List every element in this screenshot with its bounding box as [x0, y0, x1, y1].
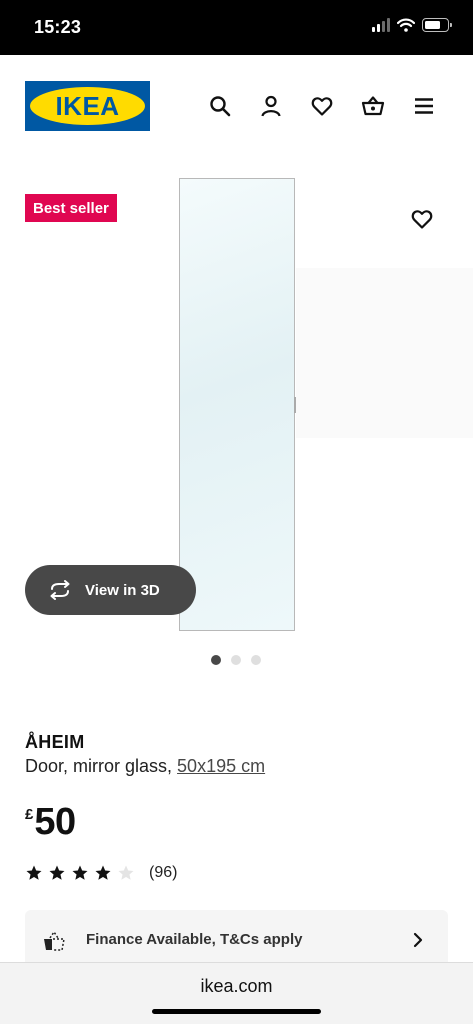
add-to-wishlist-heart-icon[interactable] — [410, 207, 436, 233]
price-amount: 50 — [34, 801, 76, 843]
product-size-link[interactable]: 50x195 cm — [177, 756, 265, 776]
chevron-right-icon — [413, 932, 423, 948]
product-gallery[interactable]: Best seller View in 3D — [0, 155, 473, 685]
product-name: ÅHEIM — [25, 732, 85, 752]
status-time: 15:23 — [34, 17, 82, 37]
view-in-3d-button[interactable]: View in 3D — [25, 565, 196, 615]
finance-label: Finance Available, T&Cs apply — [86, 931, 303, 948]
star-icon — [72, 865, 88, 880]
product-image-mirror-door[interactable] — [179, 178, 296, 631]
menu-icon[interactable] — [411, 93, 437, 119]
product-info: ÅHEIM Door, mirror glass, 50x195 cm — [25, 732, 448, 777]
star-empty-icon — [118, 865, 134, 880]
product-description-text: Door, mirror glass, — [25, 756, 178, 776]
account-icon[interactable] — [258, 93, 284, 119]
wifi-icon — [397, 18, 415, 32]
status-icons — [372, 18, 452, 32]
logo-text: IKEA — [55, 90, 120, 121]
search-icon[interactable] — [207, 93, 233, 119]
ikea-logo[interactable]: IKEA — [25, 81, 150, 131]
star-icon — [49, 865, 65, 880]
pagination-dot[interactable] — [231, 655, 241, 665]
header-icons — [207, 93, 437, 119]
star-icon — [95, 865, 111, 880]
pagination-dot[interactable] — [211, 655, 221, 665]
review-count: (96) — [149, 864, 178, 881]
browser-address-bar[interactable]: ikea.com — [0, 962, 473, 1024]
finance-basket-icon — [44, 930, 65, 951]
best-seller-badge: Best seller — [25, 194, 117, 222]
rating-stars — [25, 864, 135, 882]
pagination-dot[interactable] — [251, 655, 261, 665]
home-indicator[interactable] — [152, 1009, 321, 1014]
image-background — [296, 268, 473, 438]
status-bar: 15:23 — [0, 0, 473, 55]
price-currency: £ — [25, 806, 34, 823]
rotate-3d-icon — [50, 580, 70, 600]
gallery-pagination — [211, 655, 261, 665]
site-header: IKEA — [0, 55, 473, 155]
product-rating[interactable]: (96) — [25, 864, 177, 882]
view-in-3d-label: View in 3D — [85, 581, 160, 599]
battery-icon — [422, 18, 452, 32]
browser-url[interactable]: ikea.com — [0, 976, 473, 997]
star-icon — [26, 865, 42, 880]
product-description: Door, mirror glass, 50x195 cm — [25, 756, 448, 777]
finance-row[interactable]: Finance Available, T&Cs apply — [25, 910, 448, 970]
shopping-bag-icon[interactable] — [360, 93, 386, 119]
product-price: £ 50 — [25, 800, 76, 844]
signal-icon — [372, 18, 390, 32]
wishlist-heart-icon[interactable] — [309, 93, 335, 119]
